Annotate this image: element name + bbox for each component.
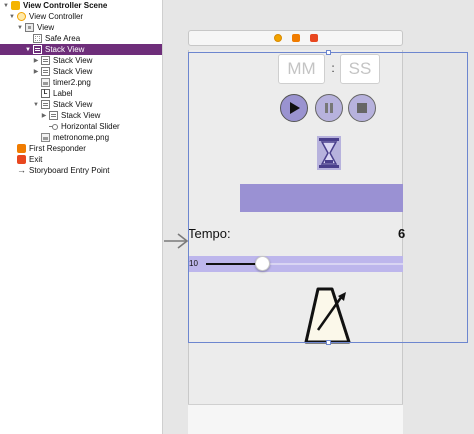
stack-view-icon: [41, 67, 50, 76]
hourglass-icon: [317, 136, 341, 170]
bottom-bar: [188, 404, 403, 434]
disclosure-triangle-icon[interactable]: ▶: [40, 112, 48, 119]
tempo-slider-thumb[interactable]: [255, 256, 270, 271]
exit-icon: [17, 155, 26, 164]
slider-min-label: 10: [189, 259, 198, 268]
document-outline: ▼ View Controller Scene ▼ View Controlle…: [0, 0, 162, 434]
outline-item-view-controller-scene[interactable]: ▼ View Controller Scene: [0, 0, 162, 11]
disclosure-triangle-icon[interactable]: ▶: [32, 57, 40, 64]
disclosure-triangle-icon[interactable]: ▼: [16, 25, 24, 31]
entry-arrow-icon: →: [17, 165, 26, 175]
play-icon: [290, 102, 300, 114]
outline-item-label: Horizontal Slider: [61, 122, 120, 131]
view-controller-icon[interactable]: [273, 34, 282, 42]
disclosure-triangle-icon[interactable]: ▼: [2, 3, 10, 9]
outline-item-storyboard-entry-point[interactable]: → Storyboard Entry Point: [0, 165, 162, 176]
tempo-label: Tempo:: [188, 226, 231, 241]
outline-item-stack-view-selected[interactable]: ▼ Stack View: [0, 44, 162, 55]
outline-item-label: timer2.png: [53, 78, 91, 87]
outline-item-stack-view[interactable]: ▶ Stack View: [0, 110, 162, 121]
outline-item-exit[interactable]: Exit: [0, 154, 162, 165]
outline-item-label: Stack View: [61, 111, 101, 120]
first-responder-icon[interactable]: [291, 34, 300, 42]
outline-item-first-responder[interactable]: First Responder: [0, 143, 162, 154]
stop-icon: [357, 103, 367, 113]
outline-item-view[interactable]: ▼ View: [0, 22, 162, 33]
outline-item-label: Stack View: [53, 67, 93, 76]
scene-icon: [11, 1, 20, 10]
outline-item-label: View Controller Scene: [23, 1, 108, 10]
pause-button[interactable]: [315, 94, 343, 122]
time-separator: :: [331, 61, 335, 75]
image-icon: [41, 133, 50, 142]
slider-unfilled-track: [262, 263, 403, 265]
scene-dock: [188, 30, 403, 46]
play-button[interactable]: [280, 94, 308, 122]
outline-item-label: View: [37, 23, 55, 32]
outline-item-label: First Responder: [29, 144, 86, 153]
outline-item-label: Stack View: [45, 45, 85, 54]
outline-item-safe-area[interactable]: Safe Area: [0, 33, 162, 44]
stack-view-icon: [33, 45, 42, 54]
outline-item-stack-view[interactable]: ▶ Stack View: [0, 55, 162, 66]
minutes-field[interactable]: MM: [278, 54, 325, 84]
disclosure-triangle-icon[interactable]: ▶: [32, 68, 40, 75]
outline-item-stack-view[interactable]: ▼ Stack View: [0, 99, 162, 110]
outline-item-stack-view[interactable]: ▶ Stack View: [0, 66, 162, 77]
pause-icon: [325, 103, 333, 113]
disclosure-triangle-icon[interactable]: ▼: [8, 14, 16, 20]
exit-icon[interactable]: [309, 34, 318, 42]
disclosure-triangle-icon[interactable]: ▼: [32, 102, 40, 108]
outline-item-metronome-image[interactable]: metronome.png: [0, 132, 162, 143]
outline-item-label: Stack View: [53, 100, 93, 109]
tempo-value: 6: [398, 226, 406, 241]
outline-item-label: Exit: [29, 155, 43, 164]
outline-item-label: metronome.png: [53, 133, 110, 142]
outline-item-horizontal-slider[interactable]: Horizontal Slider: [0, 121, 162, 132]
slider-filled-track: [206, 263, 262, 265]
disclosure-triangle-icon[interactable]: ▼: [24, 47, 32, 53]
storyboard-entry-arrow-icon[interactable]: [163, 232, 189, 250]
outline-item-view-controller[interactable]: ▼ View Controller: [0, 11, 162, 22]
seconds-field[interactable]: SS: [340, 54, 380, 84]
outline-item-label: Label: [53, 89, 73, 98]
stack-view-icon: [41, 56, 50, 65]
slider-icon: [49, 122, 58, 131]
stack-view-icon: [41, 100, 50, 109]
outline-item-label: View Controller: [29, 12, 84, 21]
progress-bar: [240, 184, 403, 212]
view-icon: [25, 23, 34, 32]
view-controller-icon: [17, 12, 26, 21]
outline-item-label: Safe Area: [45, 34, 81, 43]
first-responder-icon: [17, 144, 26, 153]
image-icon: [41, 78, 50, 87]
storyboard-canvas[interactable]: MM : SS Tempo: 6 10: [162, 0, 474, 434]
outline-item-timer-image[interactable]: timer2.png: [0, 77, 162, 88]
label-icon: L: [41, 89, 50, 98]
stop-button[interactable]: [348, 94, 376, 122]
outline-item-label[interactable]: L Label: [0, 88, 162, 99]
outline-item-label: Stack View: [53, 56, 93, 65]
outline-item-label: Storyboard Entry Point: [29, 166, 110, 175]
safe-area-icon: [33, 34, 42, 43]
metronome-icon: [304, 287, 351, 344]
stack-view-icon: [49, 111, 58, 120]
